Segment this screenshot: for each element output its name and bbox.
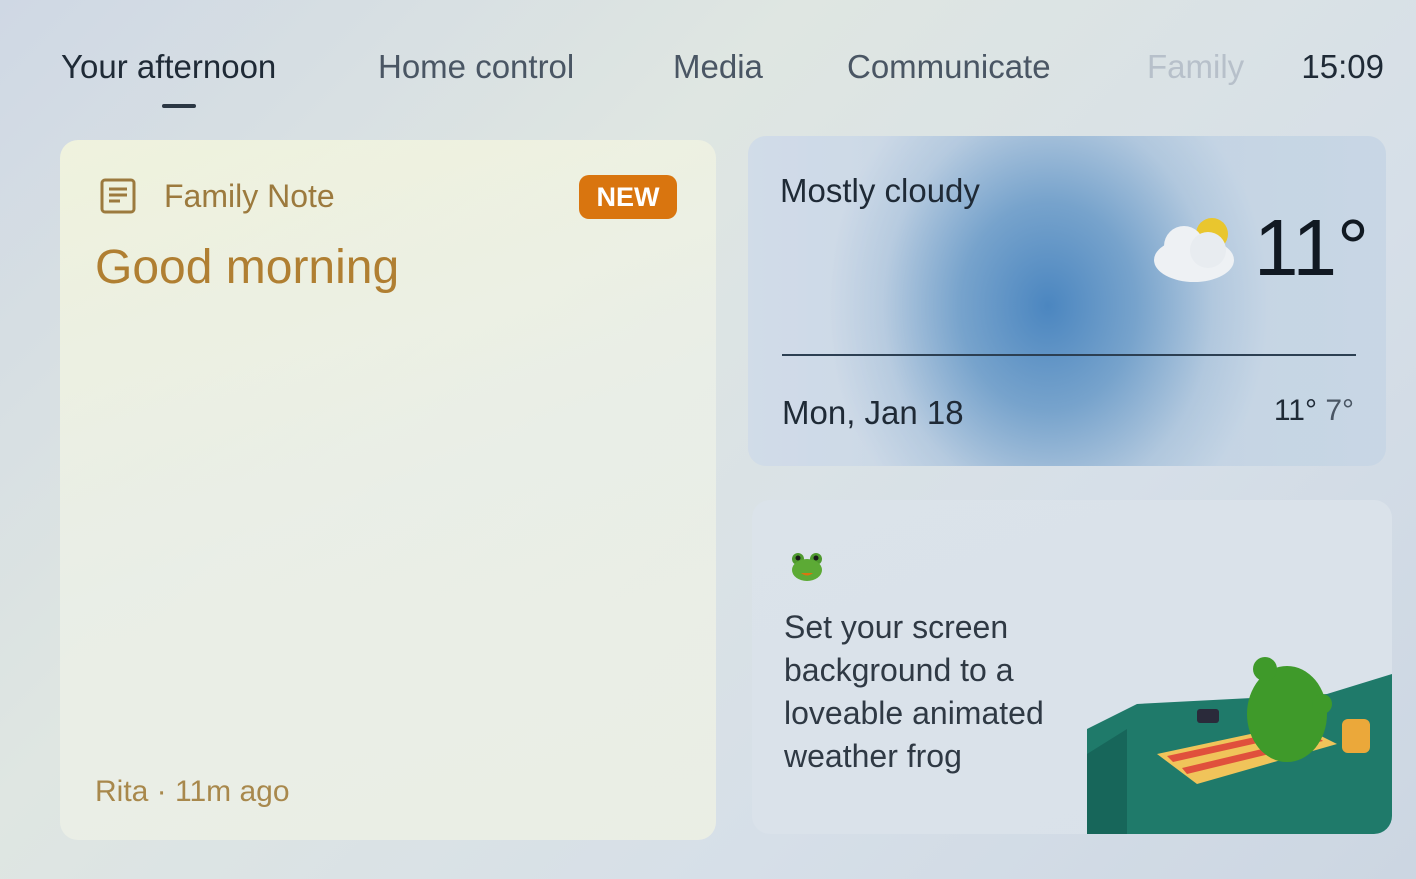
high-temperature: 11°: [1273, 394, 1317, 427]
family-note-card[interactable]: Family Note NEW Good morning Rita · 11m …: [60, 140, 716, 840]
weather-date: Mon, Jan 18: [782, 394, 964, 431]
clock: 15:09: [1301, 48, 1384, 85]
active-tab-indicator: [162, 104, 196, 108]
note-icon: [100, 178, 136, 214]
tab-media[interactable]: Media: [673, 48, 763, 86]
weather-condition: Mostly cloudy: [780, 172, 980, 209]
frog-picnic-illustration: [1087, 657, 1392, 834]
tab-communicate[interactable]: Communicate: [847, 48, 1051, 86]
frog-icon: [792, 553, 822, 581]
new-badge: NEW: [579, 175, 677, 219]
weather-divider: [782, 354, 1356, 356]
note-type-label: Family Note: [164, 178, 335, 214]
tab-your-afternoon[interactable]: Your afternoon: [61, 48, 276, 86]
tab-home-control[interactable]: Home control: [378, 48, 574, 86]
partly-cloudy-icon: [1154, 218, 1234, 282]
top-navigation: Your afternoon Home control Media Commun…: [0, 44, 1416, 108]
promo-text: Set your screen background to a loveable…: [784, 609, 1044, 774]
tab-family[interactable]: Family: [1147, 48, 1244, 86]
low-temperature: 7°: [1325, 394, 1354, 427]
high-low-temperature: 11° 7°: [1274, 394, 1354, 428]
weather-card[interactable]: Mostly cloudy 11° Mon, Jan 18 11° 7°: [748, 136, 1386, 466]
note-title: Good morning: [95, 241, 400, 294]
weather-frog-promo-card[interactable]: Set your screen background to a loveable…: [752, 500, 1392, 834]
current-temperature: 11°: [1254, 203, 1370, 292]
note-author-time: Rita · 11m ago: [95, 775, 290, 808]
